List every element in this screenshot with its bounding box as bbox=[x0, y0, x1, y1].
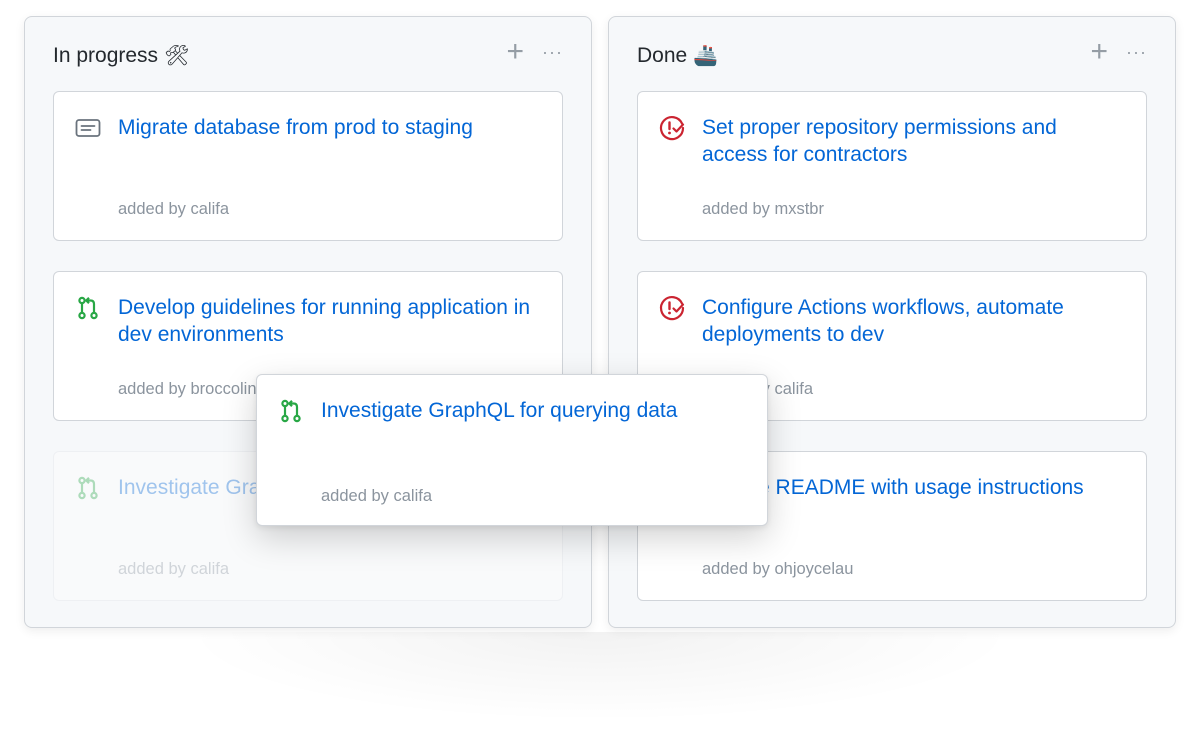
board-shadow bbox=[180, 632, 1020, 722]
issue-closed-icon bbox=[659, 116, 685, 141]
note-icon bbox=[75, 119, 101, 137]
add-card-button[interactable]: + bbox=[506, 37, 524, 67]
column-actions: + ··· bbox=[506, 37, 563, 67]
column-title: In progress 🛠 bbox=[53, 43, 189, 68]
tools-emoji: 🛠 bbox=[164, 45, 190, 67]
project-card[interactable]: Migrate database from prod to staging ad… bbox=[53, 91, 563, 241]
card-title-link[interactable]: Migrate database from prod to staging bbox=[118, 114, 538, 141]
card-meta: added by mxstbr bbox=[702, 200, 824, 218]
column-title: Done 🚢 bbox=[637, 43, 718, 68]
card-title-link[interactable]: Set proper repository permissions and ac… bbox=[702, 114, 1122, 168]
column-menu-button[interactable]: ··· bbox=[542, 37, 563, 67]
pull-request-icon bbox=[78, 476, 98, 500]
pull-request-icon bbox=[281, 399, 301, 423]
column-done: Done 🚢 + ··· Set proper repository permi… bbox=[608, 16, 1176, 628]
column-menu-button[interactable]: ··· bbox=[1126, 37, 1147, 67]
card-meta: added by califa bbox=[118, 200, 229, 218]
column-title-text: Done bbox=[637, 43, 688, 67]
card-meta: added by ohjoycelau bbox=[702, 560, 854, 578]
project-board: In progress 🛠 + ··· Migrate database fro… bbox=[0, 0, 1200, 736]
column-header: Done 🚢 + ··· bbox=[637, 37, 1147, 69]
card-title-link[interactable]: Configure Actions workflows, automate de… bbox=[702, 294, 1122, 348]
dragging-card[interactable]: Investigate GraphQL for querying data ad… bbox=[256, 374, 768, 526]
card-meta: added by broccolini bbox=[118, 380, 261, 398]
card-meta: added by califa bbox=[118, 560, 229, 578]
pull-request-icon bbox=[78, 296, 98, 320]
column-title-text: In progress bbox=[53, 43, 159, 67]
issue-closed-icon bbox=[659, 296, 685, 321]
column-in-progress: In progress 🛠 + ··· Migrate database fro… bbox=[24, 16, 592, 628]
ship-emoji: 🚢 bbox=[693, 45, 719, 67]
card-title-link[interactable]: Develop guidelines for running applicati… bbox=[118, 294, 538, 348]
add-card-button[interactable]: + bbox=[1090, 37, 1108, 67]
project-card[interactable]: Set proper repository permissions and ac… bbox=[637, 91, 1147, 241]
card-title-link[interactable]: Investigate GraphQL for querying data bbox=[321, 397, 743, 424]
column-header: In progress 🛠 + ··· bbox=[53, 37, 563, 69]
column-actions: + ··· bbox=[1090, 37, 1147, 67]
card-meta: added by califa bbox=[321, 487, 432, 505]
